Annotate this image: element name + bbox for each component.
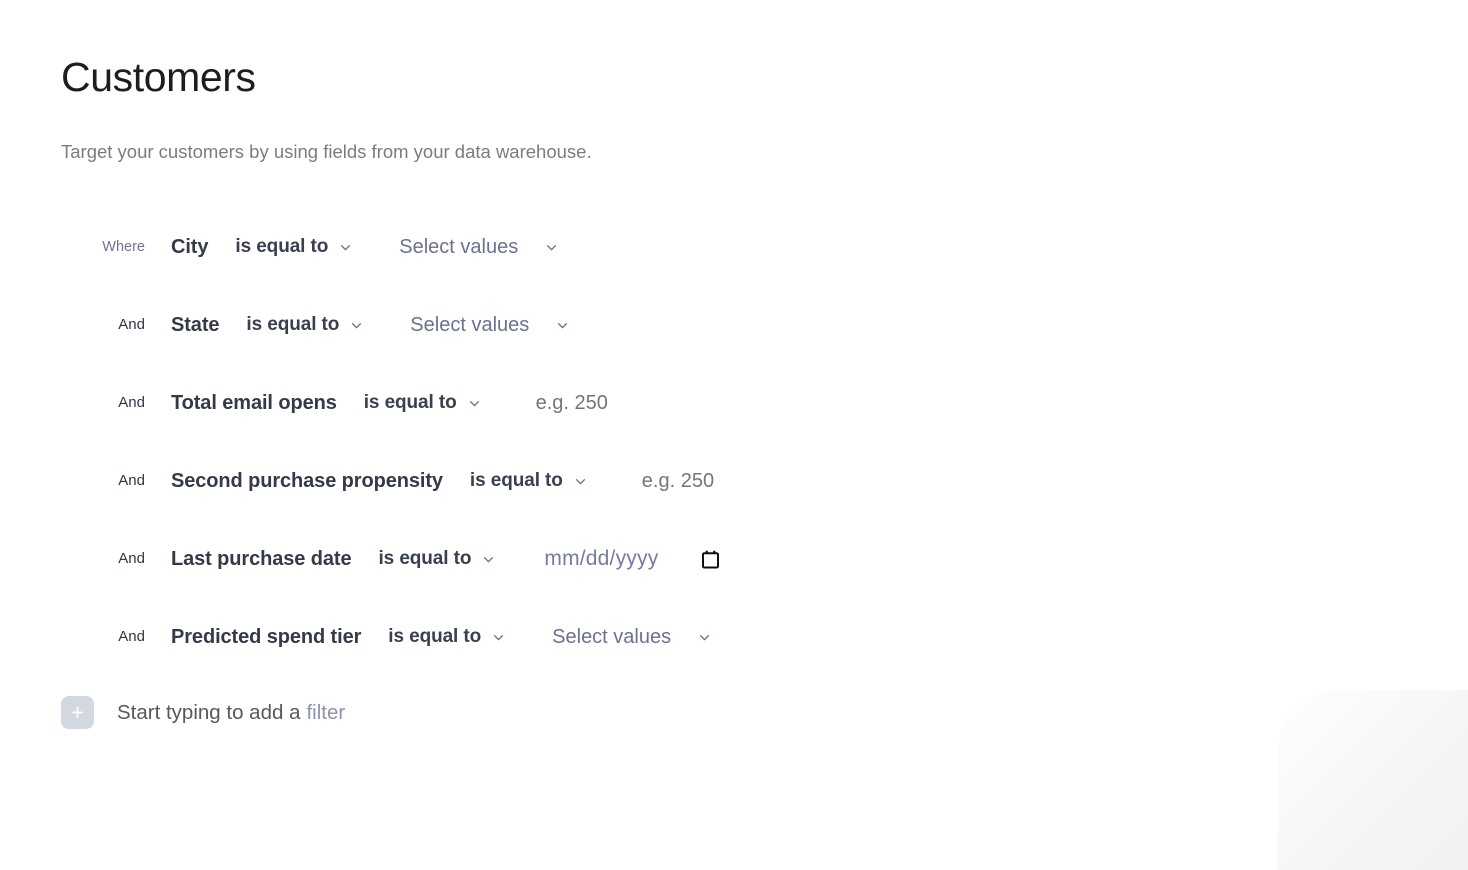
filter-operator-label: is equal to [235, 236, 329, 257]
filter-conjunction-and[interactable]: And [61, 315, 145, 335]
filter-conjunction-and[interactable]: And [61, 627, 145, 647]
filter-operator-dropdown[interactable]: is equal to [235, 234, 352, 260]
add-filter-row[interactable]: Start typing to add a filter [61, 696, 1468, 729]
chevron-down-icon [574, 475, 587, 488]
filter-conjunction-where: Where [102, 239, 145, 255]
filter-operator-label: is equal to [363, 392, 457, 413]
filter-field-name[interactable]: Second purchase propensity [171, 468, 443, 494]
chevron-down-icon [698, 631, 711, 644]
add-filter-hint-keyword: filter [306, 700, 346, 724]
filter-row: And State is equal to Select values [61, 286, 1468, 364]
filter-value-placeholder: Select values [399, 236, 519, 258]
filter-value-placeholder: mm/dd/yyyy [544, 547, 659, 570]
page-subtitle: Target your customers by using fields fr… [61, 141, 592, 162]
filter-field-name[interactable]: Total email opens [171, 390, 337, 416]
filter-list: Where City is equal to Select values And Stat… [61, 208, 1468, 676]
filter-row: And Last purchase date is equal to mm/dd/yy… [61, 520, 1468, 598]
filter-value-select[interactable]: Select values [410, 312, 569, 338]
filter-row: Where City is equal to Select values [61, 208, 1468, 286]
filter-operator-label: is equal to [469, 470, 563, 491]
page-title: Customers [61, 54, 256, 100]
add-filter-hint-prefix: Start typing to add a [117, 700, 301, 724]
filter-row: And Second purchase propensity is equal to… [61, 442, 1468, 520]
filter-value-number-input[interactable]: e.g. 250 [536, 390, 608, 416]
filter-field-name[interactable]: State [171, 312, 220, 338]
chevron-down-icon [468, 397, 481, 410]
filter-operator-dropdown[interactable]: is equal to [364, 390, 481, 416]
filter-operator-label: is equal to [246, 314, 340, 335]
customers-page: Customers Target your customers by using… [0, 0, 1468, 800]
filter-value-placeholder: Select values [552, 626, 672, 648]
filter-row: And Total email opens is equal to e.g. 250 [61, 364, 1468, 442]
filter-value-select[interactable]: Select values [552, 624, 711, 650]
filter-value-number-input[interactable]: e.g. 250 [642, 468, 714, 494]
chevron-down-icon [492, 631, 505, 644]
calendar-icon[interactable] [702, 550, 720, 569]
chevron-down-icon [556, 319, 569, 332]
filter-operator-dropdown[interactable]: is equal to [379, 546, 496, 572]
filter-operator-label: is equal to [378, 548, 472, 569]
filter-operator-dropdown[interactable]: is equal to [246, 312, 363, 338]
add-filter-hint[interactable]: Start typing to add a filter [117, 700, 345, 726]
filter-field-name[interactable]: Predicted spend tier [171, 624, 361, 650]
plus-icon [71, 706, 84, 719]
chevron-down-icon [482, 553, 495, 566]
chevron-down-icon [339, 241, 352, 254]
add-filter-button[interactable] [61, 696, 94, 729]
filter-field-name[interactable]: Last purchase date [171, 546, 352, 572]
filter-operator-dropdown[interactable]: is equal to [470, 468, 587, 494]
filter-field-name[interactable]: City [171, 234, 208, 260]
filter-operator-dropdown[interactable]: is equal to [388, 624, 505, 650]
chevron-down-icon [545, 241, 558, 254]
filter-conjunction-and[interactable]: And [61, 393, 145, 413]
chevron-down-icon [350, 319, 363, 332]
filter-value-placeholder: Select values [410, 314, 530, 336]
filter-operator-label: is equal to [388, 626, 482, 647]
filter-conjunction-and[interactable]: And [61, 471, 145, 491]
filter-row: And Predicted spend tier is equal to Select… [61, 598, 1468, 676]
filter-value-date-input[interactable]: mm/dd/yyyy [544, 546, 720, 572]
filter-value-select[interactable]: Select values [399, 234, 558, 260]
filter-conjunction-and[interactable]: And [61, 549, 145, 569]
